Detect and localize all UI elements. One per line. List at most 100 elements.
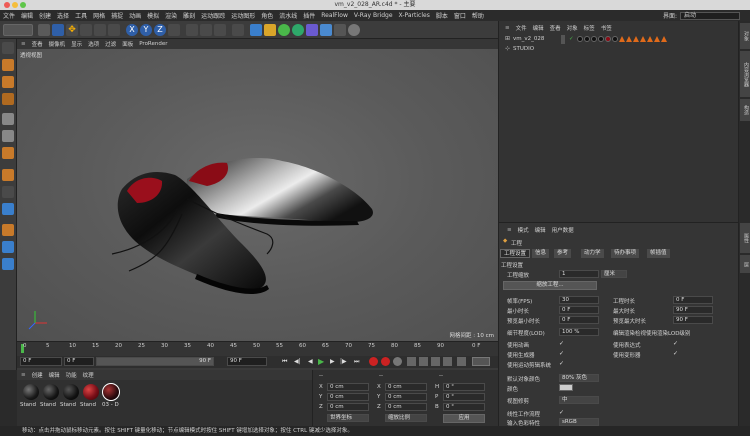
points-mode-icon[interactable] [2, 113, 14, 125]
position-key-icon[interactable] [407, 357, 416, 366]
object-menu-view[interactable]: 查看 [550, 24, 561, 32]
visibility-check-icon[interactable]: ✓ [569, 36, 574, 42]
use-generators-checkbox[interactable]: ✓ [559, 351, 565, 357]
step-back-icon[interactable]: ◀ [308, 358, 313, 365]
menu-realflow[interactable]: RealFlow [321, 12, 348, 19]
cube-object-icon[interactable] [250, 24, 262, 36]
rotation-b-field[interactable]: 0 ° [443, 403, 485, 411]
prev-key-icon[interactable]: ◀| [294, 358, 301, 365]
menu-tools[interactable]: 工具 [75, 11, 87, 20]
menu-vray-bridge[interactable]: V-Ray Bridge [354, 12, 393, 19]
viewport-menu-panel[interactable]: 面板 [122, 40, 133, 48]
menu-simulate[interactable]: 模拟 [147, 11, 159, 20]
size-mode-select[interactable]: 缩放比例 [385, 414, 427, 422]
axis-z-toggle[interactable]: Z [154, 24, 166, 36]
use-animation-checkbox[interactable]: ✓ [559, 341, 565, 347]
workplane-icon[interactable] [2, 224, 14, 236]
material-menu-edit[interactable]: 编辑 [49, 371, 60, 379]
polygons-mode-icon[interactable] [2, 147, 14, 159]
next-key-icon[interactable]: |▶ [340, 358, 347, 365]
position-z-field[interactable]: 0 cm [327, 403, 369, 411]
menu-snap[interactable]: 捕捉 [111, 11, 123, 20]
input-color-profile-select[interactable]: sRGB [559, 418, 599, 426]
light-icon[interactable] [348, 24, 360, 36]
material-swatch[interactable] [23, 384, 39, 400]
tab-attributes[interactable]: 属性 [740, 223, 750, 253]
material-tags[interactable] [577, 36, 667, 42]
attribute-menu-edit[interactable]: 编辑 [535, 226, 546, 234]
autokey-icon[interactable] [381, 357, 390, 366]
cloner-icon[interactable] [292, 24, 304, 36]
linear-workflow-checkbox[interactable]: ✓ [559, 410, 565, 416]
menu-pipeline[interactable]: 流水线 [279, 11, 297, 20]
select-arrow-icon[interactable] [38, 24, 50, 36]
scale-key-icon[interactable] [419, 357, 428, 366]
preview-max-field[interactable]: 90 F [673, 316, 713, 324]
material-menu-texture[interactable]: 纹理 [83, 371, 94, 379]
model-mode-icon[interactable] [2, 59, 14, 71]
close-window-button[interactable] [4, 2, 10, 8]
material-menu-create[interactable]: 创建 [32, 371, 43, 379]
menu-help[interactable]: 帮助 [472, 11, 484, 20]
menu-mograph[interactable]: 运动图形 [231, 11, 255, 20]
menu-select[interactable]: 选择 [57, 11, 69, 20]
edges-mode-icon[interactable] [2, 130, 14, 142]
scale-tool-icon[interactable] [80, 24, 92, 36]
menu-render[interactable]: 渲染 [165, 11, 177, 20]
render-view-icon[interactable] [186, 24, 198, 36]
material-swatch[interactable] [102, 383, 120, 401]
menu-character[interactable]: 角色 [261, 11, 273, 20]
coordinate-system-icon[interactable] [168, 24, 180, 36]
timeline-ruler[interactable]: 0 5 10 15 20 25 30 35 40 45 50 55 60 65 … [17, 341, 498, 356]
undo-redo-group[interactable] [3, 24, 33, 36]
subdivision-surface-icon[interactable] [278, 24, 290, 36]
tab-objects[interactable]: 对象 [740, 23, 750, 49]
object-row[interactable]: ⊹ STUDIO [499, 45, 739, 54]
max-frame-field[interactable]: 90 F [227, 357, 267, 366]
axis-mode-icon[interactable] [2, 169, 14, 181]
fps-field[interactable]: 30 [559, 296, 599, 304]
attribute-menu-mode[interactable]: 模式 [518, 226, 529, 234]
goto-end-icon[interactable]: ⏭ [354, 358, 359, 366]
max-time-field[interactable]: 90 F [673, 306, 713, 314]
cube-primitive-icon[interactable] [232, 24, 244, 36]
menu-x-particles[interactable]: X-Particles [399, 12, 430, 19]
material-swatch[interactable] [63, 384, 79, 400]
axis-x-toggle[interactable]: X [126, 24, 138, 36]
tab-keyframe-interpolation[interactable]: 帧插值 [647, 249, 670, 258]
use-deformers-checkbox[interactable]: ✓ [673, 351, 679, 357]
rotate-tool-icon[interactable] [94, 24, 106, 36]
viewport-menu-view[interactable]: 查看 [32, 40, 43, 48]
workplane-mode-icon[interactable] [2, 93, 14, 105]
tab-project-settings[interactable]: 工程设置 [500, 249, 531, 258]
tab-dynamics[interactable]: 动力学 [581, 249, 604, 258]
viewport-menu-display[interactable]: 显示 [71, 40, 82, 48]
point-level-icon[interactable] [457, 357, 466, 366]
record-keys-icon[interactable] [369, 357, 378, 366]
object-menu-edit[interactable]: 编辑 [533, 24, 544, 32]
material-menu-function[interactable]: 功能 [66, 371, 77, 379]
object-menu-tags[interactable]: 标签 [584, 24, 595, 32]
menu-motion-tracker[interactable]: 运动跟踪 [201, 11, 225, 20]
start-frame-field[interactable]: 0 F [20, 357, 62, 366]
attribute-menu-userdata[interactable]: 用户数据 [552, 226, 574, 234]
position-x-field[interactable]: 0 cm [327, 383, 369, 391]
deformer-icon[interactable] [306, 24, 318, 36]
apply-button[interactable]: 应用 [443, 414, 485, 423]
tab-info[interactable]: 信息 [532, 249, 550, 258]
scale-project-button[interactable]: 缩放工程... [503, 281, 597, 290]
color-swatch[interactable] [559, 384, 573, 391]
keyframe-selection-icon[interactable] [393, 357, 402, 366]
size-y-field[interactable]: 0 cm [385, 393, 427, 401]
menu-window[interactable]: 窗口 [454, 11, 466, 20]
size-x-field[interactable]: 0 cm [385, 383, 427, 391]
scale-value-field[interactable]: 1 [559, 270, 599, 278]
min-time-field[interactable]: 0 F [559, 306, 599, 314]
position-y-field[interactable]: 0 cm [327, 393, 369, 401]
use-motion-system-checkbox[interactable]: ✓ [559, 361, 565, 367]
viewport-menu-options[interactable]: 选项 [88, 40, 99, 48]
rotation-h-field[interactable]: 0 ° [443, 383, 485, 391]
render-picture-viewer-icon[interactable] [200, 24, 212, 36]
viewport-menu-prorender[interactable]: ProRender [139, 41, 167, 47]
goto-start-icon[interactable]: ⏮ [282, 358, 287, 366]
